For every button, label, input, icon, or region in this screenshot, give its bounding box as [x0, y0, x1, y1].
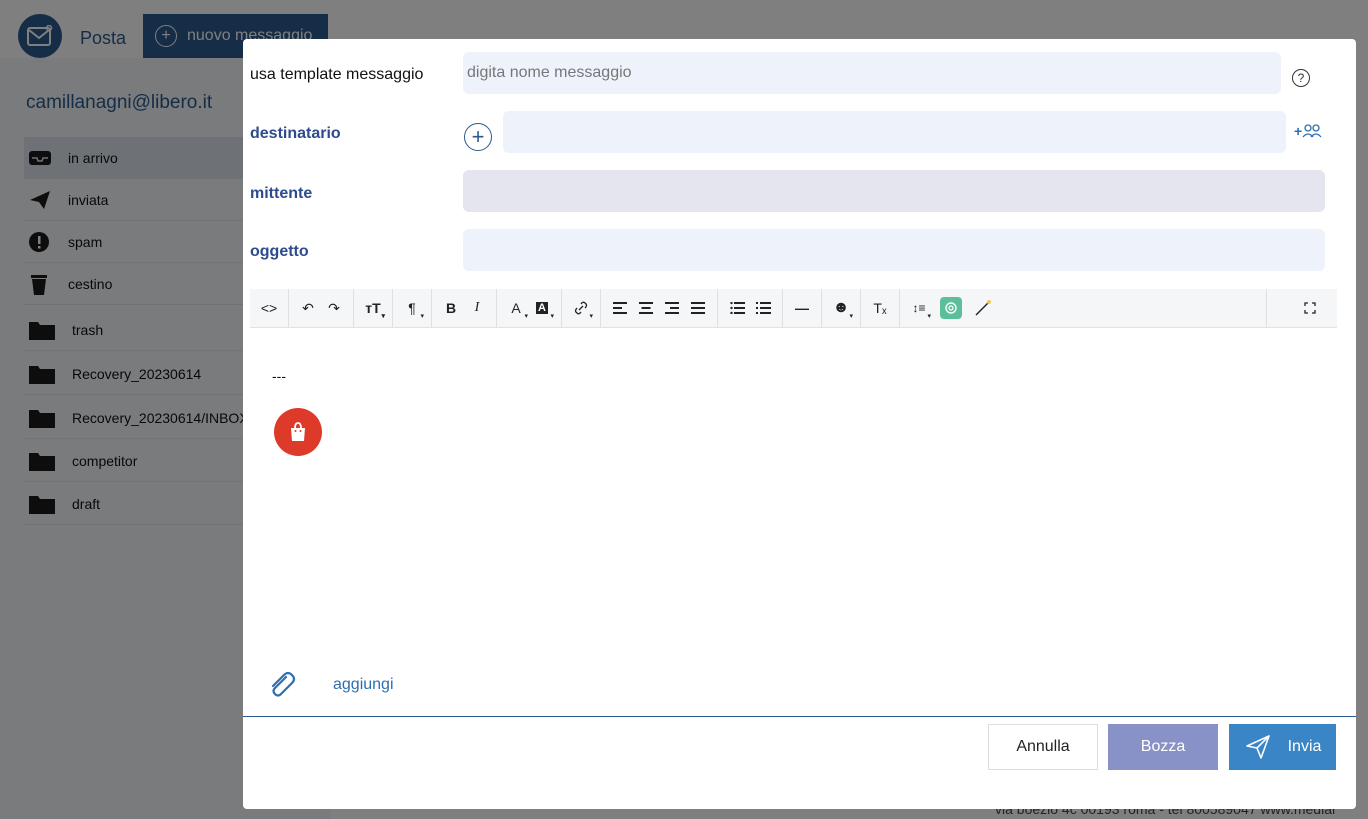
openai-icon [940, 297, 962, 319]
numbered-list-button[interactable] [750, 293, 776, 323]
align-justify-icon [691, 302, 705, 314]
paragraph-button[interactable]: ¶ ▾ [399, 293, 425, 323]
template-label: usa template messaggio [250, 66, 424, 83]
fullscreen-button[interactable] [1297, 293, 1323, 323]
align-center-button[interactable] [633, 293, 659, 323]
code-view-button[interactable]: <> [256, 293, 282, 323]
shopping-bag-logo-icon [274, 408, 322, 456]
background-color-button[interactable]: A ▾ [529, 293, 555, 323]
align-center-icon [639, 302, 653, 314]
bold-button[interactable]: B [438, 293, 464, 323]
send-plane-icon [1245, 735, 1270, 759]
send-button[interactable]: Invia [1229, 724, 1336, 770]
add-group-button[interactable]: + [1294, 123, 1322, 139]
subject-input[interactable] [463, 229, 1325, 271]
add-recipient-button[interactable]: + [464, 123, 492, 151]
editor-toolbar: <> ↶ ↷ ᴛT ▾ ¶ ▾ B I A ▾ A ▾ ▾ — ☻ ▾ Tₓ ↕… [250, 289, 1337, 328]
editor-signature-separator[interactable]: --- [272, 368, 286, 384]
recipient-input[interactable] [503, 111, 1286, 153]
subject-label: oggetto [250, 243, 309, 260]
align-right-icon [665, 302, 679, 314]
line-height-icon: ↕≡ [912, 301, 926, 315]
sender-label: mittente [250, 185, 313, 202]
add-group-plus: + [1294, 123, 1303, 139]
font-size-icon: ᴛT [365, 300, 381, 316]
undo-button[interactable]: ↶ [295, 293, 321, 323]
draft-button[interactable]: Bozza [1108, 724, 1218, 770]
add-attachment-link[interactable]: aggiungi [333, 676, 394, 694]
redo-button[interactable]: ↷ [321, 293, 347, 323]
magic-wand-icon [975, 300, 991, 316]
link-icon [574, 301, 588, 315]
horizontal-rule-button[interactable]: — [789, 293, 815, 323]
emoji-button[interactable]: ☻ ▾ [828, 293, 854, 323]
recipient-label: destinatario [250, 125, 341, 142]
bullet-list-icon [729, 302, 745, 314]
link-button[interactable]: ▾ [568, 293, 594, 323]
clear-format-button[interactable]: Tₓ [867, 293, 893, 323]
sender-input[interactable] [463, 170, 1325, 212]
template-placeholder: digita nome messaggio [467, 64, 632, 81]
cancel-button[interactable]: Annulla [988, 724, 1098, 770]
bg-color-icon: A [536, 302, 548, 314]
footer-divider [243, 716, 1356, 717]
magic-wand-button[interactable] [970, 293, 996, 323]
ai-assistant-button[interactable] [938, 293, 964, 323]
emoji-icon: ☻ [832, 299, 850, 316]
align-left-icon [613, 302, 627, 314]
paperclip-icon[interactable] [265, 669, 297, 706]
line-height-button[interactable]: ↕≡ ▾ [906, 293, 932, 323]
font-size-button[interactable]: ᴛT ▾ [360, 293, 386, 323]
font-color-button[interactable]: A ▾ [503, 293, 529, 323]
template-input[interactable]: digita nome messaggio [463, 52, 1281, 94]
align-justify-button[interactable] [685, 293, 711, 323]
bullet-list-button[interactable] [724, 293, 750, 323]
help-icon[interactable]: ? [1292, 69, 1310, 87]
font-color-icon: A [511, 300, 521, 316]
send-label: Invia [1287, 738, 1322, 755]
compose-modal: usa template messaggio digita nome messa… [243, 39, 1356, 809]
align-left-button[interactable] [607, 293, 633, 323]
italic-button[interactable]: I [464, 293, 490, 323]
expand-icon [1304, 302, 1316, 314]
paragraph-icon: ¶ [408, 300, 416, 316]
numbered-list-icon [755, 302, 771, 314]
group-icon [1302, 124, 1322, 138]
align-right-button[interactable] [659, 293, 685, 323]
